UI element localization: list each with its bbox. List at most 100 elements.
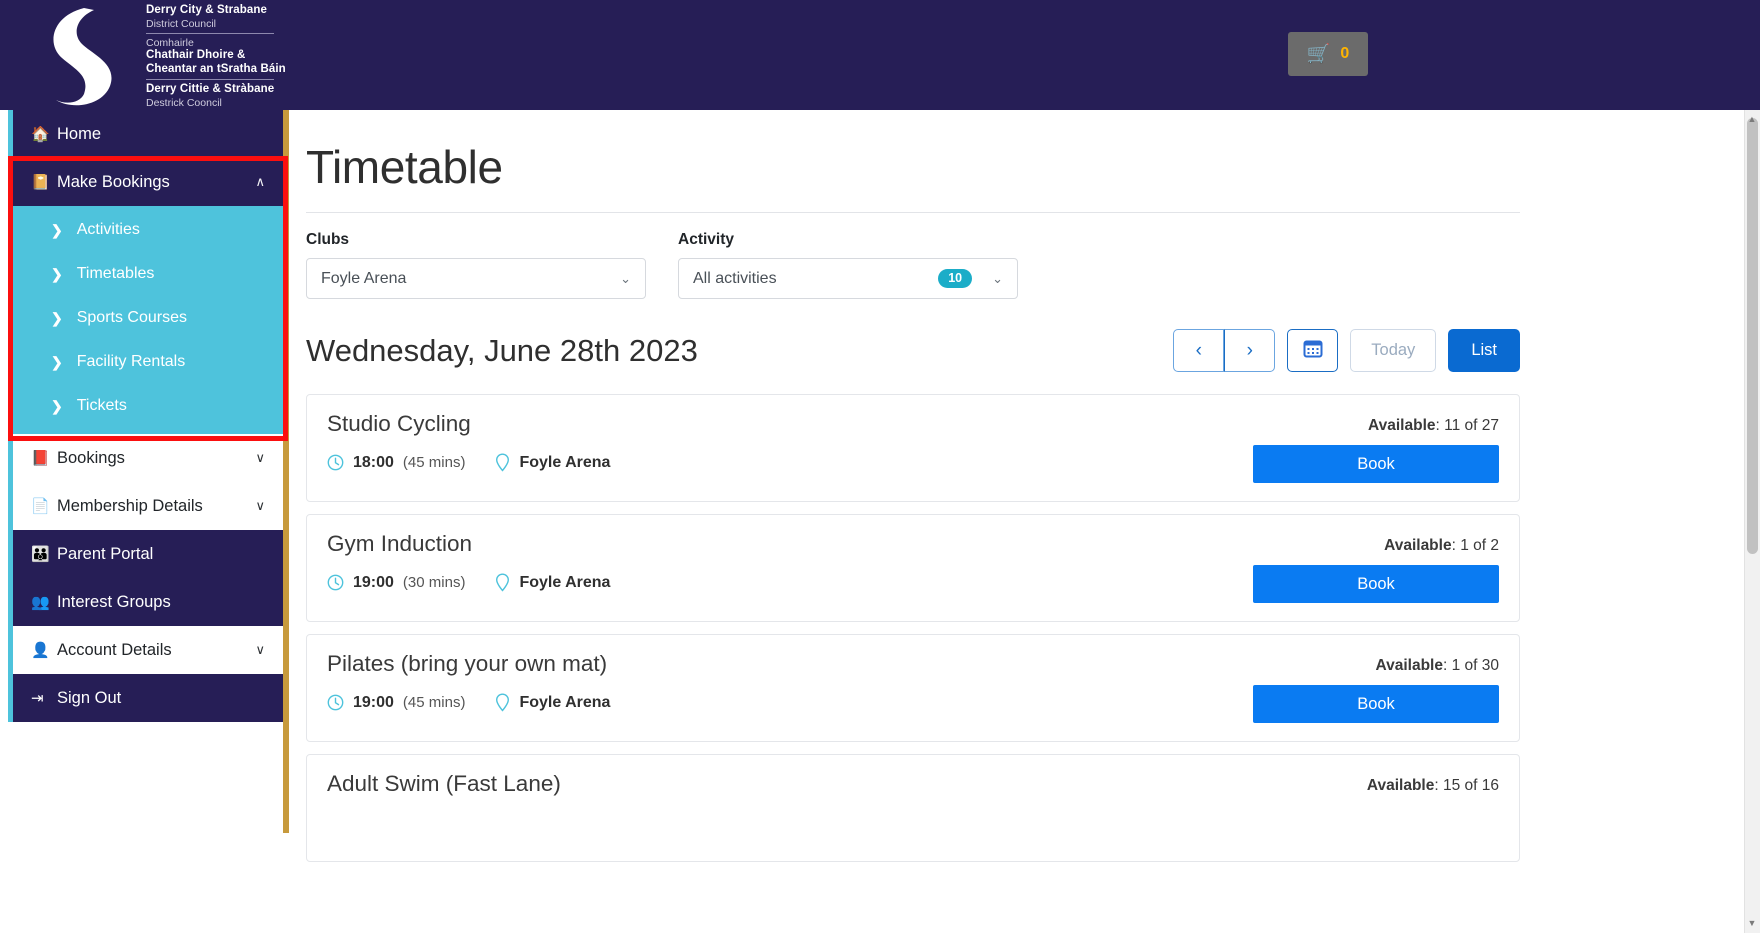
event-title: Adult Swim (Fast Lane) [327,771,561,796]
calendar-icon [1303,338,1323,363]
availability-text: Available: 1 of 2 [1384,531,1499,555]
sidebar-subitem-label: Sports Courses [76,309,187,326]
clock-icon [327,574,344,591]
scroll-down-arrow-icon[interactable]: ▼ [1745,916,1759,930]
clubs-label: Clubs [306,231,350,248]
event-duration: (45 mins) [402,694,466,711]
sidebar-item-label: Home [57,124,102,143]
sidebar-item-bookings[interactable]: 📕 Bookings ∨ [13,434,283,482]
availability-text: Available: 15 of 16 [1367,771,1499,795]
chevron-down-icon: ∨ [255,450,265,465]
chevron-right-icon: ❯ [51,221,63,238]
current-date-title: Wednesday, June 28th 2023 [306,332,698,368]
user-icon: 👤 [31,642,50,659]
sidebar-item-interest-groups[interactable]: 👥 Interest Groups [13,578,283,626]
main-content: Timetable Clubs Foyle Arena ⌄ Activity A… [289,110,1560,933]
event-title: Pilates (bring your own mat) [327,651,608,676]
event-duration: (45 mins) [402,454,466,471]
availability-value: : 1 of 2 [1451,537,1499,554]
previous-day-button[interactable]: ‹ [1173,329,1225,372]
make-bookings-submenu: ❯ Activities ❯ Timetables ❯ Sports Cours… [13,206,283,434]
brand-line3: Derry Cittie & Stràbane [146,83,275,96]
event-location-meta: Foyle Arena [495,453,610,472]
activity-select[interactable]: All activities 10 ⌄ [678,258,1018,299]
location-pin-icon [495,453,510,472]
event-card: Adult Swim (Fast Lane) Available: 15 of … [306,754,1520,862]
event-card: Gym Induction Available: 1 of 2 19:00 (3… [306,514,1520,622]
event-title: Studio Cycling [327,411,471,436]
brand-line3-sub: Destrick Cooncil [146,97,222,109]
scroll-up-arrow-icon[interactable]: ▲ [1745,112,1759,126]
sidebar-item-parent-portal[interactable]: 👪 Parent Portal [13,530,283,578]
cart-button[interactable]: 🛒 0 [1288,32,1368,76]
chevron-down-icon: ⌄ [992,270,1003,286]
sidebar-subitem-tickets[interactable]: ❯ Tickets [13,384,283,428]
sidebar-subitem-activities[interactable]: ❯ Activities [13,208,283,252]
clock-icon [327,454,344,471]
chevron-left-icon: ‹ [1195,339,1202,361]
today-button[interactable]: Today [1350,329,1437,372]
chevron-right-icon: ❯ [51,397,63,414]
book-icon: 📔 [31,174,50,191]
sidebar-item-make-bookings[interactable]: 📔 Make Bookings ∧ [13,158,283,206]
next-day-button[interactable]: › [1224,329,1276,372]
site-logo[interactable]: Derry City & Strabane District Council C… [32,2,286,109]
event-card-header: Pilates (bring your own mat) Available: … [327,651,1499,677]
clubs-select[interactable]: Foyle Arena ⌄ [306,258,646,299]
calendar-picker-button[interactable] [1287,329,1339,372]
event-location: Foyle Arena [519,453,611,471]
app-viewport: Derry City & Strabane District Council C… [0,0,1760,933]
availability-label: Available [1375,657,1443,674]
availability-label: Available [1366,777,1435,794]
sidebar-nav: 🏠 Home 📔 Make Bookings ∧ ❯ Activities ❯ … [8,110,283,722]
sidebar-item-home[interactable]: 🏠 Home [13,110,283,158]
brand-line2-sub: Comhairle [146,36,194,49]
sidebar-item-label: Sign Out [57,688,122,707]
brand-divider-2 [146,79,274,81]
activity-count-badge: 10 [938,268,973,289]
sidebar-item-label: Parent Portal [57,544,154,563]
sidebar-subitem-label: Tickets [76,397,127,414]
list-view-button[interactable]: List [1448,329,1520,372]
brand-line1-sub: District Council [146,17,217,30]
sidebar-subitem-sports-courses[interactable]: ❯ Sports Courses [13,296,283,340]
event-location: Foyle Arena [519,573,611,591]
date-controls: ‹ › Today List [1173,329,1520,372]
sidebar-item-membership-details[interactable]: 📄 Membership Details ∨ [13,482,283,530]
book-button[interactable]: Book [1253,445,1499,483]
sidebar-subitem-facility-rentals[interactable]: ❯ Facility Rentals [13,340,283,384]
sidebar-item-sign-out[interactable]: ⇥ Sign Out [13,674,283,722]
page-scrollbar-thumb[interactable] [1747,118,1758,554]
event-location-meta: Foyle Arena [495,693,610,712]
clubs-filter: Clubs Foyle Arena ⌄ [306,231,646,299]
availability-text: Available: 1 of 30 [1375,651,1499,675]
chevron-right-icon: ❯ [51,353,63,370]
availability-value: : 15 of 16 [1434,777,1499,794]
location-pin-icon [495,693,510,712]
council-swirl-logo-icon [32,6,128,106]
child-icon: 👪 [31,546,50,563]
sign-out-icon: ⇥ [31,690,44,707]
location-pin-icon [495,573,510,592]
book-button[interactable]: Book [1253,685,1499,723]
event-card-header: Gym Induction Available: 1 of 2 [327,531,1499,557]
sidebar-item-label: Make Bookings [57,172,170,191]
availability-label: Available [1368,417,1436,434]
event-time-meta: 18:00 (45 mins) [327,454,465,472]
chevron-down-icon: ∨ [255,498,265,513]
calendar-book-icon: 📕 [31,450,50,467]
page-title: Timetable [306,141,503,193]
event-card-header: Adult Swim (Fast Lane) Available: 15 of … [327,771,1499,797]
id-card-icon: 📄 [31,498,50,515]
sidebar-subitem-label: Facility Rentals [76,353,186,370]
cart-icon: 🛒 [1306,43,1331,65]
event-title: Gym Induction [327,531,473,556]
book-button[interactable]: Book [1253,565,1499,603]
availability-label: Available [1384,537,1452,554]
sidebar-item-account-details[interactable]: 👤 Account Details ∨ [13,626,283,674]
event-location: Foyle Arena [519,693,611,711]
sidebar-subitem-timetables[interactable]: ❯ Timetables [13,252,283,296]
event-time: 18:00 [353,453,394,471]
chevron-up-icon: ∧ [255,174,265,189]
availability-value: : 11 of 27 [1435,417,1499,434]
